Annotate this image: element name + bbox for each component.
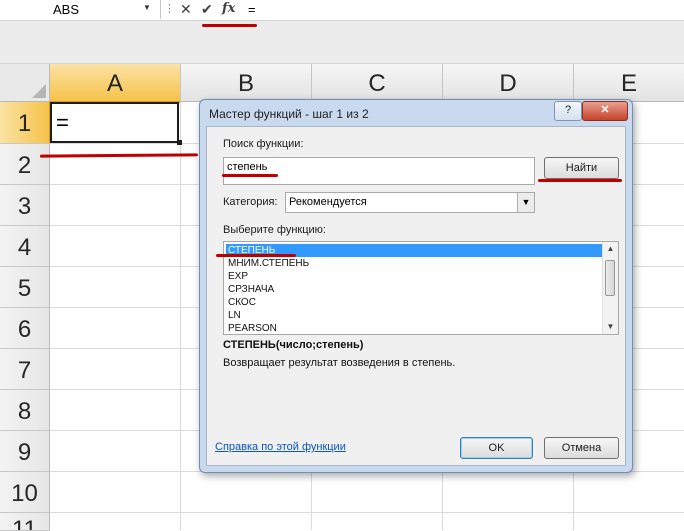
cell-a1[interactable]: = xyxy=(50,102,179,143)
row-header-9[interactable]: 9 xyxy=(0,431,50,472)
list-item[interactable]: PEARSON xyxy=(226,322,603,334)
column-header-a[interactable]: A xyxy=(50,64,181,103)
ok-button[interactable]: OK xyxy=(460,437,533,459)
list-item[interactable]: МНИМ.СТЕПЕНЬ xyxy=(226,257,603,270)
list-scrollbar[interactable]: ▲ ▼ xyxy=(602,242,618,334)
insert-function-button[interactable]: fx xyxy=(222,1,235,16)
list-item[interactable]: СКОС xyxy=(226,296,603,309)
annotation-underline-fx xyxy=(202,24,257,27)
name-box[interactable]: ABS ▼ xyxy=(0,0,161,19)
column-header-e[interactable]: E xyxy=(574,64,684,102)
help-button[interactable]: ? xyxy=(554,101,582,121)
annotation-underline-find xyxy=(538,179,622,182)
dialog-title: Мастер функций - шаг 1 из 2 xyxy=(209,107,369,121)
row-header-4[interactable]: 4 xyxy=(0,226,50,267)
search-input-value: степень xyxy=(227,161,268,173)
select-function-label: Выберите функцию: xyxy=(223,224,326,236)
separator-dots-icon: ⋮ xyxy=(164,3,175,15)
category-label: Категория: xyxy=(223,196,278,208)
row-header-3[interactable]: 3 xyxy=(0,185,50,226)
scroll-thumb[interactable] xyxy=(605,260,615,296)
row-header-1[interactable]: 1 xyxy=(0,102,51,144)
row-header-5[interactable]: 5 xyxy=(0,267,50,308)
enter-icon[interactable]: ✔ xyxy=(201,1,213,18)
function-signature: СТЕПЕНЬ(число;степень) xyxy=(223,339,364,351)
formula-bar: ABS ▼ ⋮ ✕ ✔ fx = xyxy=(0,0,684,21)
annotation-underline-function xyxy=(216,254,296,257)
dialog-body: Поиск функции: степень Найти Категория: … xyxy=(206,126,626,466)
scroll-down-icon[interactable]: ▼ xyxy=(603,320,618,334)
column-header-d[interactable]: D xyxy=(443,64,574,102)
find-button[interactable]: Найти xyxy=(544,157,619,179)
function-description: Возвращает результат возведения в степен… xyxy=(223,357,456,369)
name-box-value: ABS xyxy=(53,2,80,17)
chevron-down-icon[interactable]: ▼ xyxy=(143,3,151,12)
fill-handle[interactable] xyxy=(177,140,182,145)
chevron-down-icon[interactable]: ▼ xyxy=(517,193,534,212)
row-header-6[interactable]: 6 xyxy=(0,308,50,349)
cancel-button[interactable]: Отмена xyxy=(544,437,619,459)
row-header-10[interactable]: 10 xyxy=(0,472,50,513)
annotation-underline-cell xyxy=(39,153,199,158)
column-header-c[interactable]: C xyxy=(312,64,443,102)
help-link[interactable]: Справка по этой функции xyxy=(215,441,346,453)
row-header-11[interactable]: 11 xyxy=(0,513,50,531)
row-header-7[interactable]: 7 xyxy=(0,349,50,390)
function-wizard-dialog: Мастер функций - шаг 1 из 2 ? ✕ Поиск фу… xyxy=(199,99,633,473)
close-button[interactable]: ✕ xyxy=(582,101,628,121)
row-header-2[interactable]: 2 xyxy=(0,144,50,185)
row-header-8[interactable]: 8 xyxy=(0,390,50,431)
annotation-underline-search xyxy=(222,174,278,177)
column-header-b[interactable]: B xyxy=(181,64,312,102)
search-label: Поиск функции: xyxy=(223,138,304,150)
list-item[interactable]: LN xyxy=(226,309,603,322)
category-select[interactable]: Рекомендуется ▼ xyxy=(285,192,535,213)
category-value: Рекомендуется xyxy=(289,196,367,208)
list-item[interactable]: СРЗНАЧА xyxy=(226,283,603,296)
scroll-up-icon[interactable]: ▲ xyxy=(603,242,618,256)
formula-input[interactable]: = xyxy=(248,2,256,17)
ribbon-band xyxy=(0,21,684,64)
cell-a1-value: = xyxy=(56,110,69,135)
cancel-icon[interactable]: ✕ xyxy=(180,1,192,18)
search-input[interactable]: степень xyxy=(223,157,535,185)
list-item[interactable]: EXP xyxy=(226,270,603,283)
select-all-corner[interactable] xyxy=(0,64,50,102)
